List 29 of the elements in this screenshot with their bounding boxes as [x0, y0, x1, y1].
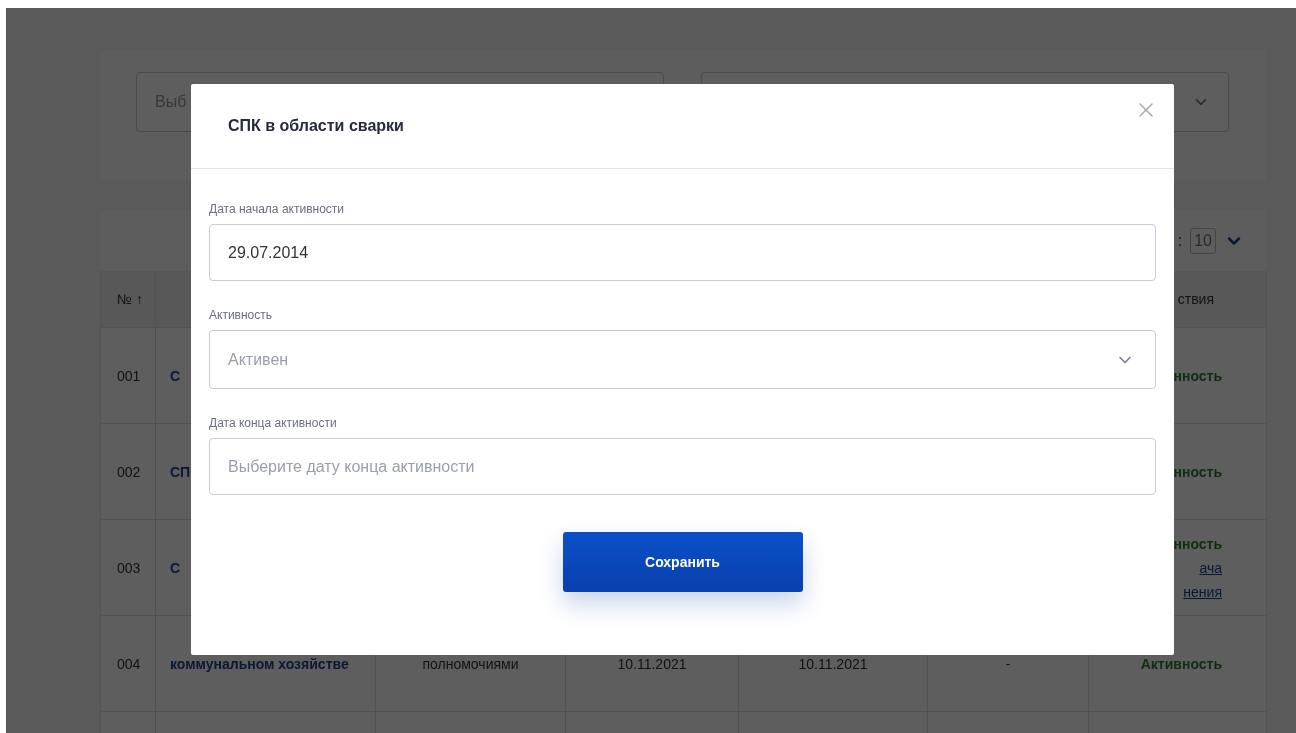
field-label: Активность [209, 308, 273, 322]
table-link[interactable]: СП [170, 459, 191, 484]
date-field[interactable]: 29.07.2014 [209, 224, 1156, 281]
cell-text: 10.11.2021 [617, 654, 687, 674]
field-label: Дата конца активности [209, 416, 338, 430]
field-label: Дата начала активности [209, 202, 345, 216]
table-link[interactable]: С [170, 555, 181, 580]
table-link[interactable]: ача [1199, 555, 1222, 580]
cell-text: 004 [117, 654, 141, 674]
table-link[interactable]: С [170, 363, 181, 388]
table-link[interactable]: нения [1183, 579, 1222, 604]
status-text: нность [1173, 462, 1222, 482]
cell-text: 001 [117, 366, 141, 386]
date-field[interactable]: Выберите дату конца активности [209, 438, 1156, 495]
cell-text: - [1005, 654, 1011, 674]
page-size-label: : [1177, 231, 1183, 250]
table-link[interactable]: коммунальном хозяйстве [170, 651, 349, 676]
status-text: Активность [1140, 654, 1222, 674]
save-button[interactable]: Сохранить [562, 532, 803, 592]
column-header: № ↑ [117, 290, 143, 309]
status-text: нность [1173, 366, 1222, 386]
cell-text: 10.11.2021 [798, 654, 868, 674]
cell-text: полномочиями [422, 654, 519, 674]
modal-title: СПК в области сварки [228, 117, 404, 135]
cell-text: 002 [117, 462, 141, 482]
status-text: нность [1173, 534, 1222, 554]
cell-text: 003 [117, 558, 141, 578]
select-field[interactable]: Активен [209, 330, 1156, 389]
column-header: ствия [1177, 290, 1214, 309]
